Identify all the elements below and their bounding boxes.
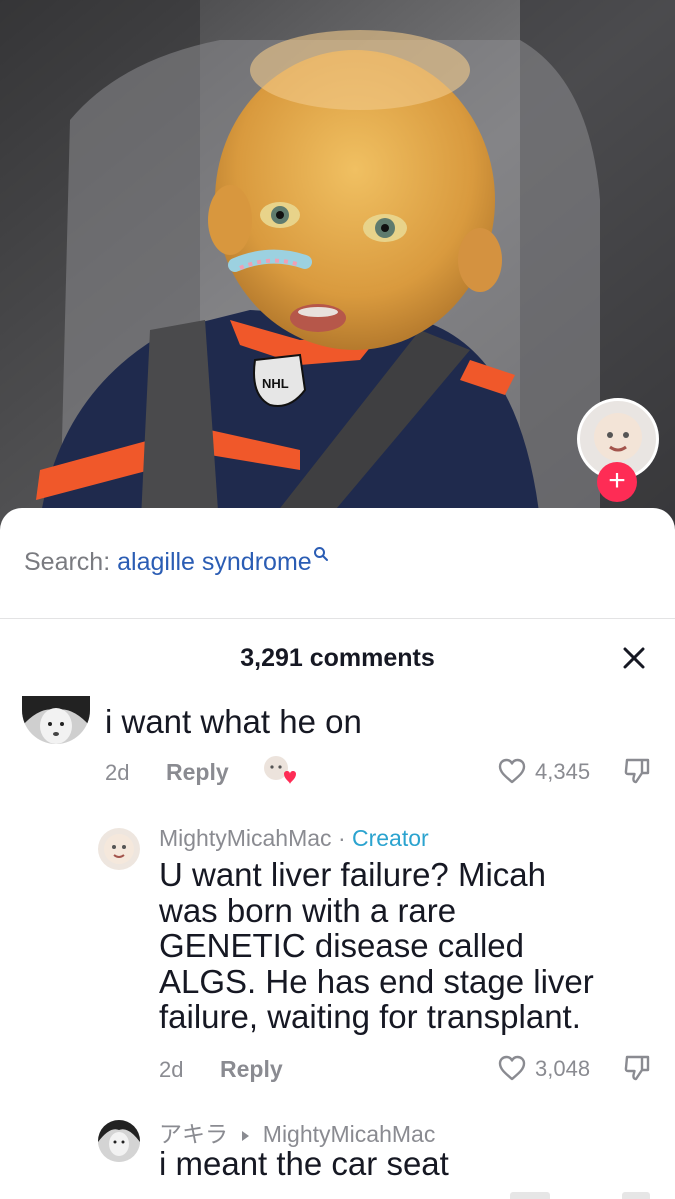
search-prefix: Search: — [24, 548, 111, 576]
comment-age: 2d — [105, 760, 130, 785]
creator-reply-line: was born with a rare — [159, 891, 457, 929]
reply-username-line: アキラ MightyMicahMac — [159, 1115, 435, 1149]
video-player[interactable]: NHL + — [0, 0, 675, 540]
reply-avatar[interactable] — [98, 1120, 140, 1162]
divider — [0, 618, 675, 619]
dislike-icon[interactable] — [622, 756, 652, 786]
reply-username[interactable]: アキラ — [159, 1121, 228, 1147]
creator-liked-badge — [262, 754, 298, 786]
reply-arrow-icon — [242, 1130, 250, 1141]
creator-reply-line: U want liver failure? Micah — [159, 856, 546, 893]
creator-username-line: MightyMicahMac · Creator — [159, 825, 429, 852]
creator-username[interactable]: MightyMicahMac — [159, 825, 332, 851]
reply-button[interactable]: Reply — [166, 759, 229, 786]
commenter-avatar[interactable] — [22, 696, 90, 744]
like-count: 3,048 — [535, 1056, 591, 1081]
like-count: 4,345 — [535, 759, 591, 784]
creator-reply-text: U want liver failure? Micah was born wit… — [159, 857, 594, 1035]
creator-reply-line: ALGS. He has end stage liver — [159, 962, 594, 1000]
heart-icon[interactable] — [497, 1054, 527, 1082]
next-row-icon-fragment — [622, 1192, 650, 1199]
reply-to-username[interactable]: MightyMicahMac — [263, 1121, 436, 1147]
dislike-icon[interactable] — [622, 1053, 652, 1083]
heart-icon[interactable] — [497, 757, 527, 785]
next-row-icon-fragment — [510, 1192, 550, 1199]
reply-button[interactable]: Reply — [220, 1056, 283, 1083]
search-icon — [313, 547, 328, 561]
search-term[interactable]: alagille syndrome — [117, 548, 312, 576]
reply-text: i meant the car seat — [159, 1145, 449, 1182]
follow-plus-icon[interactable]: + — [597, 462, 637, 502]
separator-dot: · — [337, 825, 346, 851]
creator-badge: Creator — [352, 825, 429, 851]
comments-sheet: Search: alagille syndrome 3,291 comments… — [0, 508, 675, 1199]
creator-reply-avatar[interactable] — [98, 828, 140, 870]
nhl-logo-text: NHL — [262, 376, 289, 391]
video-frame: NHL — [0, 0, 675, 540]
comments-count: 3,291 comments — [240, 644, 435, 672]
comment-age: 2d — [159, 1057, 184, 1082]
creator-reply-line: failure, waiting for transplant. — [159, 998, 581, 1035]
search-suggestion[interactable]: Search: alagille syndrome — [24, 547, 329, 577]
creator-reply-line: GENETIC disease called — [159, 927, 524, 964]
close-icon[interactable] — [620, 644, 648, 672]
comment-text: i want what he on — [105, 703, 362, 740]
